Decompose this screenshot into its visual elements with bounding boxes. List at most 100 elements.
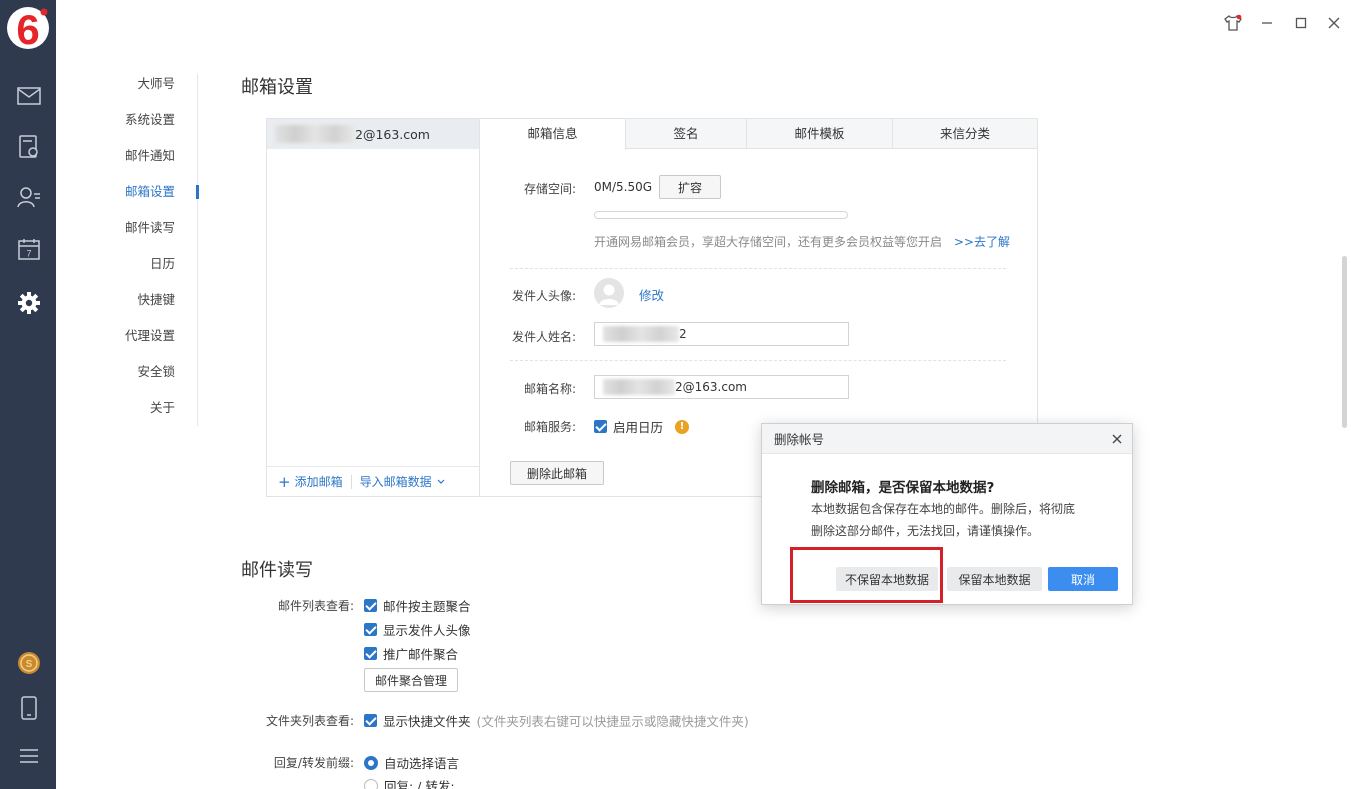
opt-promo-label: 推广邮件聚合	[383, 647, 459, 662]
enable-calendar-checkbox[interactable]	[594, 420, 607, 433]
sender-name-value: 2	[679, 327, 687, 341]
left-rail: 6 7 S	[0, 0, 56, 789]
storage-value: 0M/5.50G	[594, 180, 653, 194]
plus-icon: +	[278, 472, 291, 491]
tab-mail-template[interactable]: 邮件模板	[747, 119, 893, 149]
opt-cn-prefix-group[interactable]: 回复: / 转发:	[364, 776, 455, 789]
app-logo[interactable]: 6	[6, 4, 50, 52]
storage-progress-bar	[594, 211, 848, 219]
prefix-label: 回复/转发前缀:	[273, 756, 354, 770]
dialog-header: 删除帐号	[762, 424, 1132, 454]
add-mailbox-link[interactable]: + 添加邮箱	[278, 473, 343, 491]
service-label: 邮箱服务:	[523, 420, 576, 434]
divider	[510, 268, 1006, 269]
redacted-text	[603, 326, 679, 342]
coin-icon[interactable]: S	[14, 648, 44, 678]
warning-icon[interactable]: !	[675, 419, 690, 434]
folder-hint: (文件夹列表右键可以快捷显示或隐藏快捷文件夹)	[476, 714, 749, 729]
opt-auto-lang-label: 自动选择语言	[384, 756, 460, 771]
svg-text:S: S	[26, 659, 33, 670]
opt-auto-lang-group[interactable]: 自动选择语言	[364, 753, 459, 772]
highlight-annotation-box	[790, 547, 943, 603]
nav-active-indicator	[196, 185, 199, 199]
settings-nav: 大师号 系统设置 邮件通知 邮箱设置 邮件读写 日历 快捷键 代理设置 安全锁 …	[100, 74, 198, 434]
phone-icon[interactable]	[14, 693, 44, 723]
cancel-button[interactable]: 取消	[1048, 567, 1118, 591]
mailbox-name-input[interactable]: 2@163.com	[594, 375, 849, 399]
mailbox-settings-title: 邮箱设置	[241, 77, 313, 98]
skin-shirt-icon[interactable]	[1222, 12, 1244, 34]
mail-icon[interactable]	[14, 81, 44, 111]
tab-signature[interactable]: 签名	[626, 119, 747, 149]
opt-cn-prefix-label: 回复: / 转发:	[384, 779, 455, 789]
calendar-icon[interactable]: 7	[14, 234, 44, 264]
tab-mailbox-info[interactable]: 邮箱信息	[480, 119, 626, 150]
mail-settings-window: 6 7 S 大师号 系统设置 邮件通知 邮箱设置 邮件读写 日历 快捷键 代理设…	[0, 0, 1351, 789]
import-data-link[interactable]: 导入邮箱数据	[360, 473, 445, 490]
contact-icon[interactable]	[14, 182, 44, 212]
edit-avatar-link[interactable]: 修改	[639, 285, 664, 304]
sender-avatar	[594, 278, 624, 308]
opt-promo-group[interactable]: 推广邮件聚合	[364, 644, 458, 663]
delete-mailbox-button[interactable]: 删除此邮箱	[510, 461, 604, 485]
opt-auto-lang-radio[interactable]	[364, 755, 378, 770]
opt-avatar-label: 显示发件人头像	[383, 623, 471, 638]
nav-item-mail-read-write[interactable]: 邮件读写	[100, 218, 198, 254]
folder-view-label: 文件夹列表查看:	[265, 714, 354, 728]
redacted-text	[603, 379, 675, 395]
account-item[interactable]: 2@163.com	[267, 119, 480, 149]
detail-tabs: 邮箱信息 签名 邮件模板 来信分类	[480, 119, 1037, 150]
opt-cn-prefix-radio[interactable]	[364, 778, 378, 789]
opt-avatar-group[interactable]: 显示发件人头像	[364, 620, 471, 639]
menu-icon[interactable]	[14, 741, 44, 771]
mail-read-write-title: 邮件读写	[241, 560, 313, 581]
minimize-button[interactable]	[1256, 12, 1278, 34]
nav-item-about[interactable]: 关于	[100, 398, 198, 434]
nav-divider	[197, 74, 198, 426]
mailbox-name-label: 邮箱名称:	[523, 382, 576, 396]
avatar-label: 发件人头像:	[511, 289, 576, 303]
list-view-label: 邮件列表查看:	[277, 599, 354, 613]
opt-avatar-checkbox[interactable]	[364, 623, 377, 636]
divider	[510, 360, 1006, 361]
opt-thread-group[interactable]: 邮件按主题聚合	[364, 596, 471, 615]
sender-name-label: 发件人姓名:	[511, 330, 576, 344]
sender-name-input[interactable]: 2	[594, 322, 849, 346]
opt-quick-folder-label: 显示快捷文件夹	[383, 714, 471, 729]
settings-gear-icon[interactable]	[14, 288, 44, 318]
nav-item-calendar[interactable]: 日历	[100, 254, 198, 290]
contacts-file-icon[interactable]	[14, 132, 44, 162]
promo-row: 开通网易邮箱会员，享超大存储空间，还有更多会员权益等您开启 >>去了解	[594, 233, 1010, 250]
nav-item-shortcuts[interactable]: 快捷键	[100, 290, 198, 326]
enable-calendar-option[interactable]: 启用日历 !	[594, 417, 690, 436]
tab-incoming-category[interactable]: 来信分类	[893, 119, 1037, 149]
maximize-button[interactable]	[1290, 12, 1312, 34]
enable-calendar-label: 启用日历	[613, 420, 664, 435]
close-window-button[interactable]	[1323, 12, 1345, 34]
nav-item-system-settings[interactable]: 系统设置	[100, 110, 198, 146]
opt-quick-folder-checkbox[interactable]	[364, 714, 377, 727]
account-list: 2@163.com + 添加邮箱 导入邮箱数据	[266, 118, 480, 497]
opt-thread-checkbox[interactable]	[364, 599, 377, 612]
keep-local-data-button[interactable]: 保留本地数据	[947, 567, 1042, 591]
promo-text: 开通网易邮箱会员，享超大存储空间，还有更多会员权益等您开启	[594, 235, 943, 249]
scrollbar-thumb[interactable]	[1342, 256, 1347, 428]
svg-text:7: 7	[26, 249, 31, 259]
nav-item-security-lock[interactable]: 安全锁	[100, 362, 198, 398]
close-icon[interactable]	[1112, 434, 1122, 444]
dialog-desc-line2: 删除这部分邮件，无法找回，请谨慎操作。	[811, 524, 1040, 538]
logo-text: 6	[16, 6, 39, 52]
chevron-down-icon	[437, 479, 445, 484]
expand-storage-button[interactable]: 扩容	[659, 175, 721, 199]
opt-promo-checkbox[interactable]	[364, 647, 377, 660]
nav-item-proxy[interactable]: 代理设置	[100, 326, 198, 362]
aggregation-manage-button[interactable]: 邮件聚合管理	[364, 668, 458, 692]
opt-quick-folder-group[interactable]: 显示快捷文件夹 (文件夹列表右键可以快捷显示或隐藏快捷文件夹)	[364, 711, 749, 730]
add-mailbox-label: 添加邮箱	[294, 475, 343, 489]
nav-item-mailbox-settings[interactable]: 邮箱设置	[100, 182, 198, 218]
account-email-suffix: 2@163.com	[355, 126, 430, 142]
promo-link[interactable]: >>去了解	[954, 235, 1010, 249]
nav-item-mail-notification[interactable]: 邮件通知	[100, 146, 198, 182]
storage-label: 存储空间:	[523, 182, 576, 196]
nav-item-master-account[interactable]: 大师号	[100, 74, 198, 110]
